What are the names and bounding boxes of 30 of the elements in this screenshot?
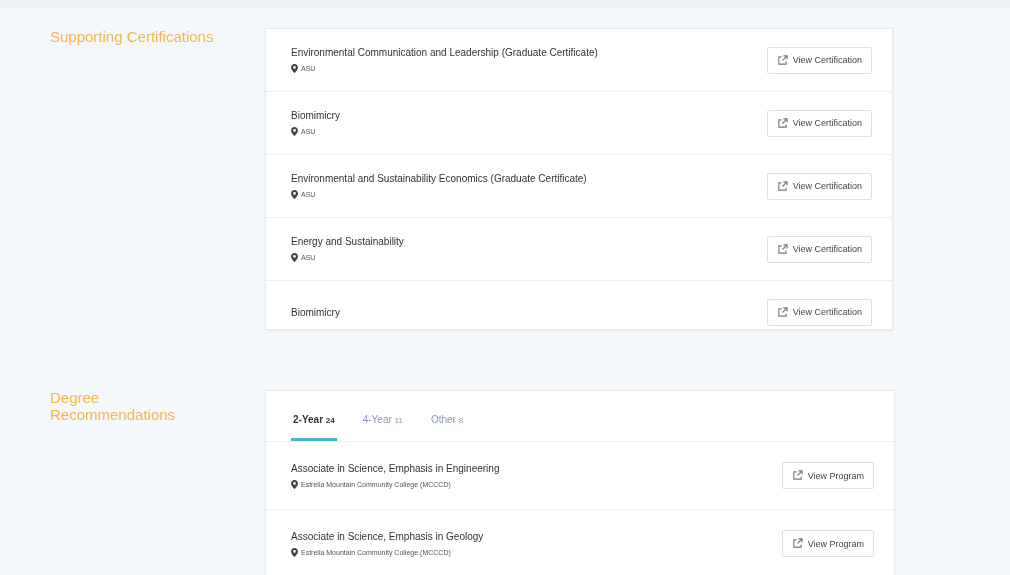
- view-certification-button[interactable]: View Certification: [766, 298, 872, 326]
- view-certification-button[interactable]: View Certification: [766, 235, 872, 263]
- location-pin-icon: [291, 190, 298, 199]
- program-title: Associate in Science, Emphasis in Engineering: [291, 462, 500, 474]
- section-heading: Degree Recommendations: [50, 390, 177, 423]
- location-pin-icon: [291, 253, 298, 262]
- external-link-icon: [776, 117, 788, 129]
- view-program-button[interactable]: View Program: [781, 530, 874, 557]
- view-certification-button[interactable]: View Certification: [766, 172, 872, 200]
- certification-title: Environmental and Sustainability Economics (Graduate Certificate): [291, 173, 587, 184]
- certification-title: Biomimicry: [291, 306, 340, 318]
- view-certification-button[interactable]: View Certification: [766, 109, 872, 137]
- view-program-button[interactable]: View Program: [781, 462, 874, 489]
- location-pin-icon: [291, 127, 298, 136]
- external-link-icon: [776, 243, 788, 255]
- certification-title: Energy and Sustainability: [291, 236, 404, 247]
- location-pin-icon: [291, 479, 298, 489]
- tab[interactable]: 2-Year 24: [291, 391, 337, 441]
- external-link-icon: [776, 306, 788, 318]
- external-link-icon: [791, 538, 803, 549]
- location-pin-icon: [291, 547, 298, 557]
- external-link-icon: [791, 470, 803, 481]
- program-title: Associate in Science, Emphasis in Geology: [291, 530, 484, 542]
- external-link-icon: [776, 54, 788, 66]
- section-heading: Supporting Certifications: [50, 29, 215, 46]
- view-certification-button[interactable]: View Certification: [766, 46, 872, 74]
- location-pin-icon: [291, 64, 298, 73]
- external-link-icon: [776, 180, 788, 192]
- certification-title: Environmental Communication and Leadership (Graduate Certificate): [291, 47, 598, 58]
- certification-title: Biomimicry: [291, 110, 340, 121]
